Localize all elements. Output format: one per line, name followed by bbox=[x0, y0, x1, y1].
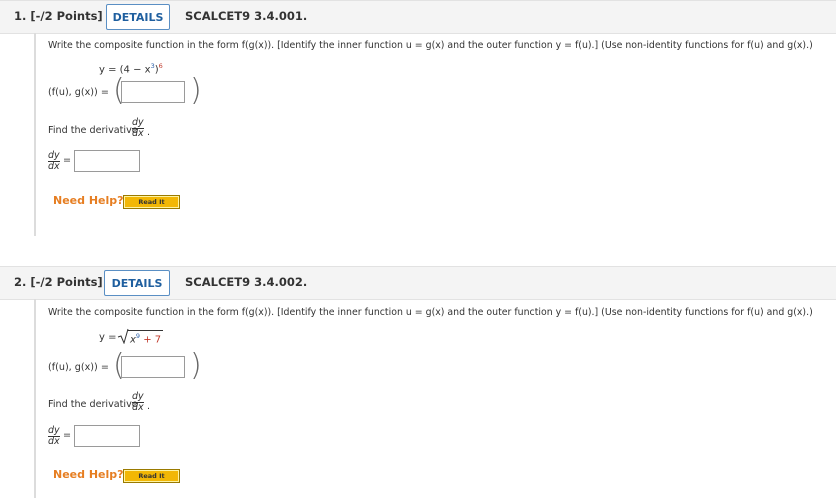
fraction-numerator: dy bbox=[132, 391, 144, 402]
details-button[interactable]: DETAILS bbox=[104, 270, 170, 296]
function-text: y = (4 − x bbox=[99, 64, 151, 76]
read-it-button[interactable]: Read It bbox=[123, 469, 180, 483]
derivative-answer-input[interactable] bbox=[74, 150, 140, 172]
read-it-button[interactable]: Read It bbox=[123, 195, 180, 209]
question-number: 1. [-/2 Points] bbox=[14, 9, 103, 23]
need-help-label: Need Help? bbox=[53, 194, 124, 207]
outer-exponent: 6 bbox=[158, 62, 163, 70]
derivative-prompt: Find the derivative bbox=[48, 125, 138, 136]
question-1-header: 1. [-/2 Points] DETAILS SCALCET9 3.4.001… bbox=[0, 0, 836, 34]
fraction-denominator: dx bbox=[48, 435, 60, 447]
question-2-header: 2. [-/2 Points] DETAILS SCALCET9 3.4.002… bbox=[0, 266, 836, 300]
question-1-body: Write the composite function in the form… bbox=[34, 33, 836, 236]
function-expression: y = (4 − x3)6 bbox=[99, 62, 163, 75]
question-code: SCALCET9 3.4.001. bbox=[185, 9, 308, 23]
question-number: 2. [-/2 Points] bbox=[14, 275, 103, 289]
details-button[interactable]: DETAILS bbox=[106, 4, 170, 30]
dy-dx-fraction: dy dx bbox=[48, 426, 60, 447]
function-y-label: y = bbox=[99, 332, 117, 343]
period: . bbox=[147, 401, 151, 412]
fraction-denominator: dx bbox=[48, 160, 60, 172]
close-paren: ) bbox=[190, 73, 202, 108]
derivative-fraction: dy dx bbox=[132, 118, 144, 139]
instruction-text: Write the composite function in the form… bbox=[48, 307, 813, 318]
radicand-exponent: 9 bbox=[135, 332, 141, 340]
period: . bbox=[147, 127, 151, 138]
composite-label: (f(u), g(x)) = bbox=[48, 87, 109, 98]
radicand-constant: + 7 bbox=[143, 334, 162, 346]
fraction-denominator: dx bbox=[132, 401, 144, 413]
equals-sign: = bbox=[63, 430, 72, 441]
question-code: SCALCET9 3.4.002. bbox=[185, 275, 308, 289]
fraction-numerator: dy bbox=[48, 150, 60, 161]
derivative-fraction: dy dx bbox=[132, 392, 144, 413]
derivative-answer-input[interactable] bbox=[74, 425, 140, 447]
fraction-numerator: dy bbox=[48, 425, 60, 436]
need-help-label: Need Help? bbox=[53, 468, 124, 481]
radicand: x9 + 7 bbox=[128, 330, 164, 346]
fraction-denominator: dx bbox=[132, 127, 144, 139]
derivative-prompt: Find the derivative bbox=[48, 399, 138, 410]
equals-sign: = bbox=[63, 155, 72, 166]
instruction-text: Write the composite function in the form… bbox=[48, 40, 813, 51]
composite-label: (f(u), g(x)) = bbox=[48, 362, 109, 373]
dy-dx-fraction: dy dx bbox=[48, 151, 60, 172]
close-paren: ) bbox=[190, 348, 202, 383]
composite-answer-input[interactable] bbox=[121, 356, 185, 378]
composite-answer-input[interactable] bbox=[121, 81, 185, 103]
fraction-numerator: dy bbox=[132, 117, 144, 128]
question-2-body: Write the composite function in the form… bbox=[34, 299, 836, 498]
